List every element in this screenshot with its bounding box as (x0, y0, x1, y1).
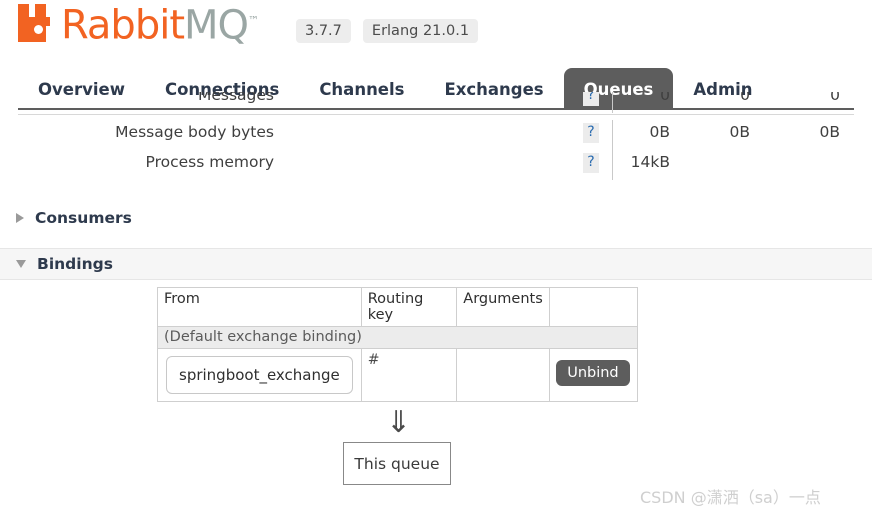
binding-routing-key-cell: # (360, 348, 458, 402)
page-header: RabbitMQ™ 3.7.7 Erlang 21.0.1 (0, 0, 872, 62)
logo-tail (46, 17, 50, 26)
help-icon-process-memory[interactable]: ? (583, 153, 599, 173)
binding-routing-key: # (367, 352, 380, 368)
stat-label-process-memory: Process memory (145, 153, 275, 171)
stat-value-messages-unacked: 0 (830, 92, 840, 104)
stat-value-messages-total: 0 (660, 92, 670, 104)
column-header-routing-key: Routing key (360, 287, 458, 327)
trademark-symbol: ™ (248, 14, 260, 27)
stat-label-messages: Messages (197, 92, 274, 104)
rabbitmq-management-page: RabbitMQ™ 3.7.7 Erlang 21.0.1 Overview C… (0, 0, 872, 515)
chevron-right-icon (16, 213, 24, 223)
stat-value-bytes-total: 0B (649, 123, 671, 141)
chevron-down-icon (16, 260, 26, 268)
column-header-from: From (157, 287, 362, 327)
stats-top-rule (18, 114, 854, 115)
logo-wordmark: RabbitMQ™ (61, 1, 259, 45)
double-down-arrow-icon: ⇓ (386, 405, 412, 440)
stat-label-message-body-bytes: Message body bytes (115, 123, 274, 141)
section-title-bindings: Bindings (37, 255, 113, 273)
stat-value-messages-ready: 0 (740, 92, 750, 104)
column-header-actions (549, 287, 638, 327)
stat-row-messages-clipped: Messages ? 0 0 0 (0, 92, 872, 114)
column-header-arguments: Arguments (456, 287, 551, 327)
section-consumers[interactable]: Consumers (0, 202, 872, 234)
logo-eye (34, 25, 43, 34)
bindings-table: From Routing key Arguments (Default exch… (157, 287, 638, 402)
section-bindings[interactable]: Bindings (0, 248, 872, 280)
bindings-header-row: From Routing key Arguments (157, 287, 638, 327)
section-title-consumers: Consumers (35, 209, 132, 227)
queue-details-stats: Message body bytes ? 0B 0B 0B Process me… (0, 120, 872, 180)
stat-value-bytes-unacked: 0B (819, 123, 841, 141)
exchange-link[interactable]: springboot_exchange (166, 356, 353, 394)
default-exchange-binding-label: (Default exchange binding) (157, 326, 638, 349)
bindings-table-body: (Default exchange binding) springboot_ex… (157, 326, 638, 402)
stat-value-bytes-ready: 0B (729, 123, 751, 141)
table-row: springboot_exchange # Unbind (157, 348, 638, 402)
stat-row-process-memory: Process memory ? 14kB (0, 150, 872, 180)
binding-from-cell: springboot_exchange (157, 348, 362, 402)
default-exchange-binding-row: (Default exchange binding) (157, 326, 638, 349)
version-badges: 3.7.7 Erlang 21.0.1 (296, 19, 479, 43)
erlang-version-badge: Erlang 21.0.1 (362, 19, 479, 43)
stat-row-message-body-bytes: Message body bytes ? 0B 0B 0B (0, 120, 872, 150)
version-badge: 3.7.7 (296, 19, 351, 43)
binding-action-cell: Unbind (549, 348, 638, 402)
bindings-table-head: From Routing key Arguments (157, 287, 638, 327)
stat-row-messages: Messages ? 0 0 0 (0, 92, 872, 113)
rabbitmq-logo-icon (18, 4, 59, 42)
rabbitmq-logo[interactable]: RabbitMQ™ (18, 1, 259, 45)
binding-arguments-cell (456, 348, 551, 402)
logo-word-mq: MQ (184, 2, 249, 49)
stat-value-process-memory: 14kB (630, 153, 670, 171)
unbind-button[interactable]: Unbind (556, 360, 630, 386)
watermark: CSDN @潇洒（sa）一点 (640, 488, 821, 507)
help-icon-messages[interactable]: ? (583, 92, 599, 106)
logo-word-rabbit: Rabbit (61, 2, 185, 49)
help-icon-message-body-bytes[interactable]: ? (583, 123, 599, 143)
this-queue-box: This queue (343, 442, 451, 485)
